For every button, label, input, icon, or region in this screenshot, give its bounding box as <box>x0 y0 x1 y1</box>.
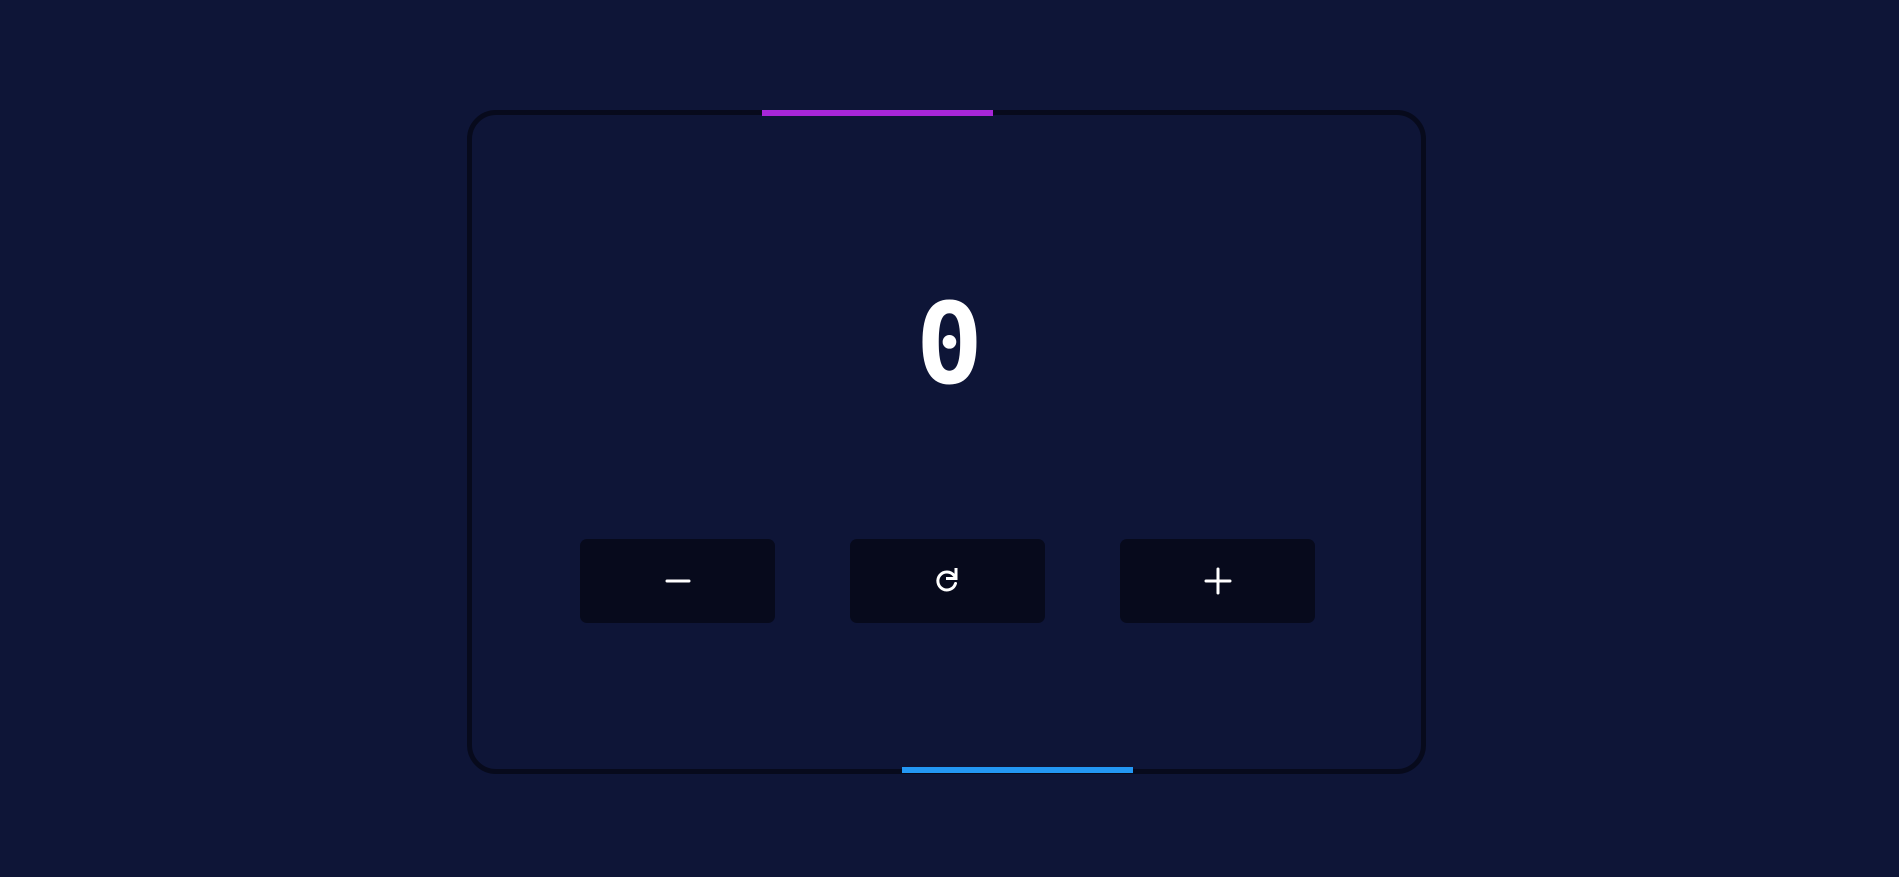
reset-button[interactable] <box>850 539 1045 623</box>
counter-card <box>467 110 1426 774</box>
top-accent-bar <box>762 110 993 116</box>
increment-button[interactable] <box>1120 539 1315 623</box>
counter-value: 0 <box>915 280 984 410</box>
refresh-icon <box>933 566 963 596</box>
plus-icon <box>1204 567 1232 595</box>
minus-icon <box>665 568 691 594</box>
bottom-accent-bar <box>902 767 1133 773</box>
decrement-button[interactable] <box>580 539 775 623</box>
